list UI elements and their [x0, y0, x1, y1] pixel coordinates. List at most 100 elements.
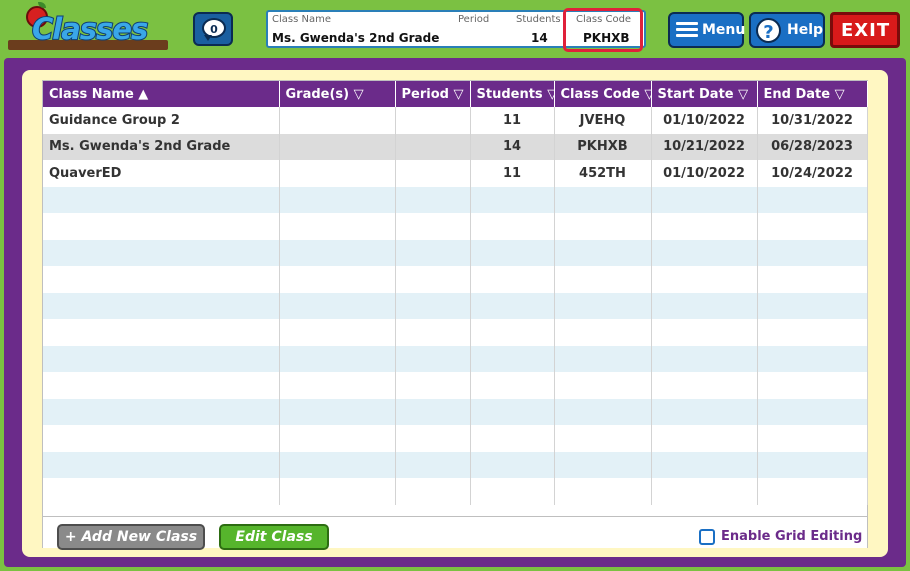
- cell-start-date: 01/10/2022: [651, 107, 758, 134]
- cell-students: 11: [470, 160, 555, 187]
- exit-button[interactable]: EXIT: [830, 12, 900, 48]
- empty-cell: [43, 425, 280, 452]
- main-panel: Class Name ▲ Grade(s) ▽ Period ▽ Student…: [4, 58, 906, 567]
- table-row[interactable]: QuaverED 11 452TH 01/10/2022 10/24/2022: [43, 160, 868, 187]
- edit-class-button[interactable]: Edit Class: [219, 524, 329, 550]
- speech-bubble-tail: [204, 35, 212, 41]
- empty-cell: [757, 319, 868, 346]
- cell-start-date: 01/10/2022: [651, 160, 758, 187]
- empty-cell: [470, 478, 555, 505]
- menu-button[interactable]: Menu: [668, 12, 746, 48]
- empty-cell: [554, 425, 652, 452]
- cell-end-date: 10/24/2022: [757, 160, 868, 187]
- empty-cell: [757, 186, 868, 213]
- empty-cell: [757, 266, 868, 293]
- enable-grid-editing-checkbox[interactable]: [699, 529, 715, 545]
- empty-cell: [757, 398, 868, 425]
- empty-cell: [43, 292, 280, 319]
- empty-cell: [43, 319, 280, 346]
- empty-cell: [651, 266, 758, 293]
- column-header-start-date[interactable]: Start Date ▽: [651, 81, 758, 107]
- help-button[interactable]: ? Help: [749, 12, 825, 48]
- empty-table-row: [43, 425, 868, 452]
- empty-cell: [279, 319, 396, 346]
- cell-grades: [279, 160, 396, 187]
- empty-cell: [279, 451, 396, 478]
- empty-cell: [651, 345, 758, 372]
- table-row-selected[interactable]: Ms. Gwenda's 2nd Grade 14 PKHXB 10/21/20…: [43, 133, 868, 160]
- logo-text: Classes: [31, 11, 149, 47]
- column-header-grades[interactable]: Grade(s) ▽: [279, 81, 396, 107]
- students-label: Students: [516, 14, 561, 25]
- empty-table-row: [43, 372, 868, 399]
- empty-cell: [554, 478, 652, 505]
- classes-table: Class Name ▲ Grade(s) ▽ Period ▽ Student…: [42, 80, 868, 550]
- column-header-students[interactable]: Students ▽: [470, 81, 555, 107]
- empty-cell: [43, 398, 280, 425]
- cell-class-code: 452TH: [554, 160, 652, 187]
- empty-cell: [395, 319, 471, 346]
- classes-logo: Classes: [8, 2, 168, 54]
- cell-grades: [279, 133, 396, 160]
- empty-cell: [470, 319, 555, 346]
- cell-start-date: 10/21/2022: [651, 133, 758, 160]
- cell-period: [395, 133, 471, 160]
- empty-table-row: [43, 292, 868, 319]
- empty-cell: [279, 266, 396, 293]
- class-name-label: Class Name: [272, 14, 331, 25]
- empty-cell: [395, 239, 471, 266]
- empty-cell: [279, 398, 396, 425]
- cell-students: 11: [470, 107, 555, 134]
- table-row[interactable]: Guidance Group 2 11 JVEHQ 01/10/2022 10/…: [43, 107, 868, 134]
- header-bar: Classes 0 Class Name Ms. Gwenda's 2nd Gr…: [0, 0, 910, 58]
- empty-table-row: [43, 213, 868, 240]
- empty-table-row: [43, 186, 868, 213]
- empty-cell: [395, 425, 471, 452]
- empty-cell: [651, 478, 758, 505]
- empty-cell: [651, 186, 758, 213]
- empty-cell: [395, 292, 471, 319]
- empty-table-row: [43, 345, 868, 372]
- empty-cell: [279, 478, 396, 505]
- menu-label: Menu: [702, 22, 746, 38]
- messages-button[interactable]: 0: [193, 12, 233, 46]
- table-header-row: Class Name ▲ Grade(s) ▽ Period ▽ Student…: [43, 81, 868, 107]
- period-label: Period: [458, 14, 490, 25]
- empty-cell: [651, 239, 758, 266]
- column-header-end-date[interactable]: End Date ▽: [757, 81, 868, 107]
- empty-cell: [43, 186, 280, 213]
- cell-end-date: 10/31/2022: [757, 107, 868, 134]
- empty-cell: [43, 266, 280, 293]
- column-header-period[interactable]: Period ▽: [395, 81, 471, 107]
- cell-period: [395, 160, 471, 187]
- hamburger-icon: [676, 22, 698, 38]
- empty-cell: [395, 266, 471, 293]
- empty-cell: [43, 239, 280, 266]
- empty-cell: [757, 213, 868, 240]
- empty-cell: [470, 266, 555, 293]
- empty-rows: [43, 186, 868, 505]
- add-new-class-button[interactable]: + Add New Class: [57, 524, 205, 550]
- empty-cell: [757, 451, 868, 478]
- column-header-class-code[interactable]: Class Code ▽: [554, 81, 652, 107]
- empty-cell: [757, 425, 868, 452]
- empty-table-row: [43, 478, 868, 505]
- empty-cell: [395, 398, 471, 425]
- empty-table-row: [43, 451, 868, 478]
- empty-cell: [43, 372, 280, 399]
- empty-cell: [279, 186, 396, 213]
- empty-cell: [554, 239, 652, 266]
- empty-cell: [43, 213, 280, 240]
- empty-cell: [651, 292, 758, 319]
- class-code-value: PKHXB: [583, 31, 630, 45]
- cell-class-code: JVEHQ: [554, 107, 652, 134]
- column-header-class-name[interactable]: Class Name ▲: [43, 81, 280, 107]
- empty-cell: [43, 478, 280, 505]
- empty-cell: [470, 186, 555, 213]
- class-code-label: Class Code: [576, 14, 632, 25]
- cell-grades: [279, 107, 396, 134]
- empty-cell: [651, 372, 758, 399]
- cell-period: [395, 107, 471, 134]
- empty-cell: [395, 478, 471, 505]
- empty-cell: [554, 398, 652, 425]
